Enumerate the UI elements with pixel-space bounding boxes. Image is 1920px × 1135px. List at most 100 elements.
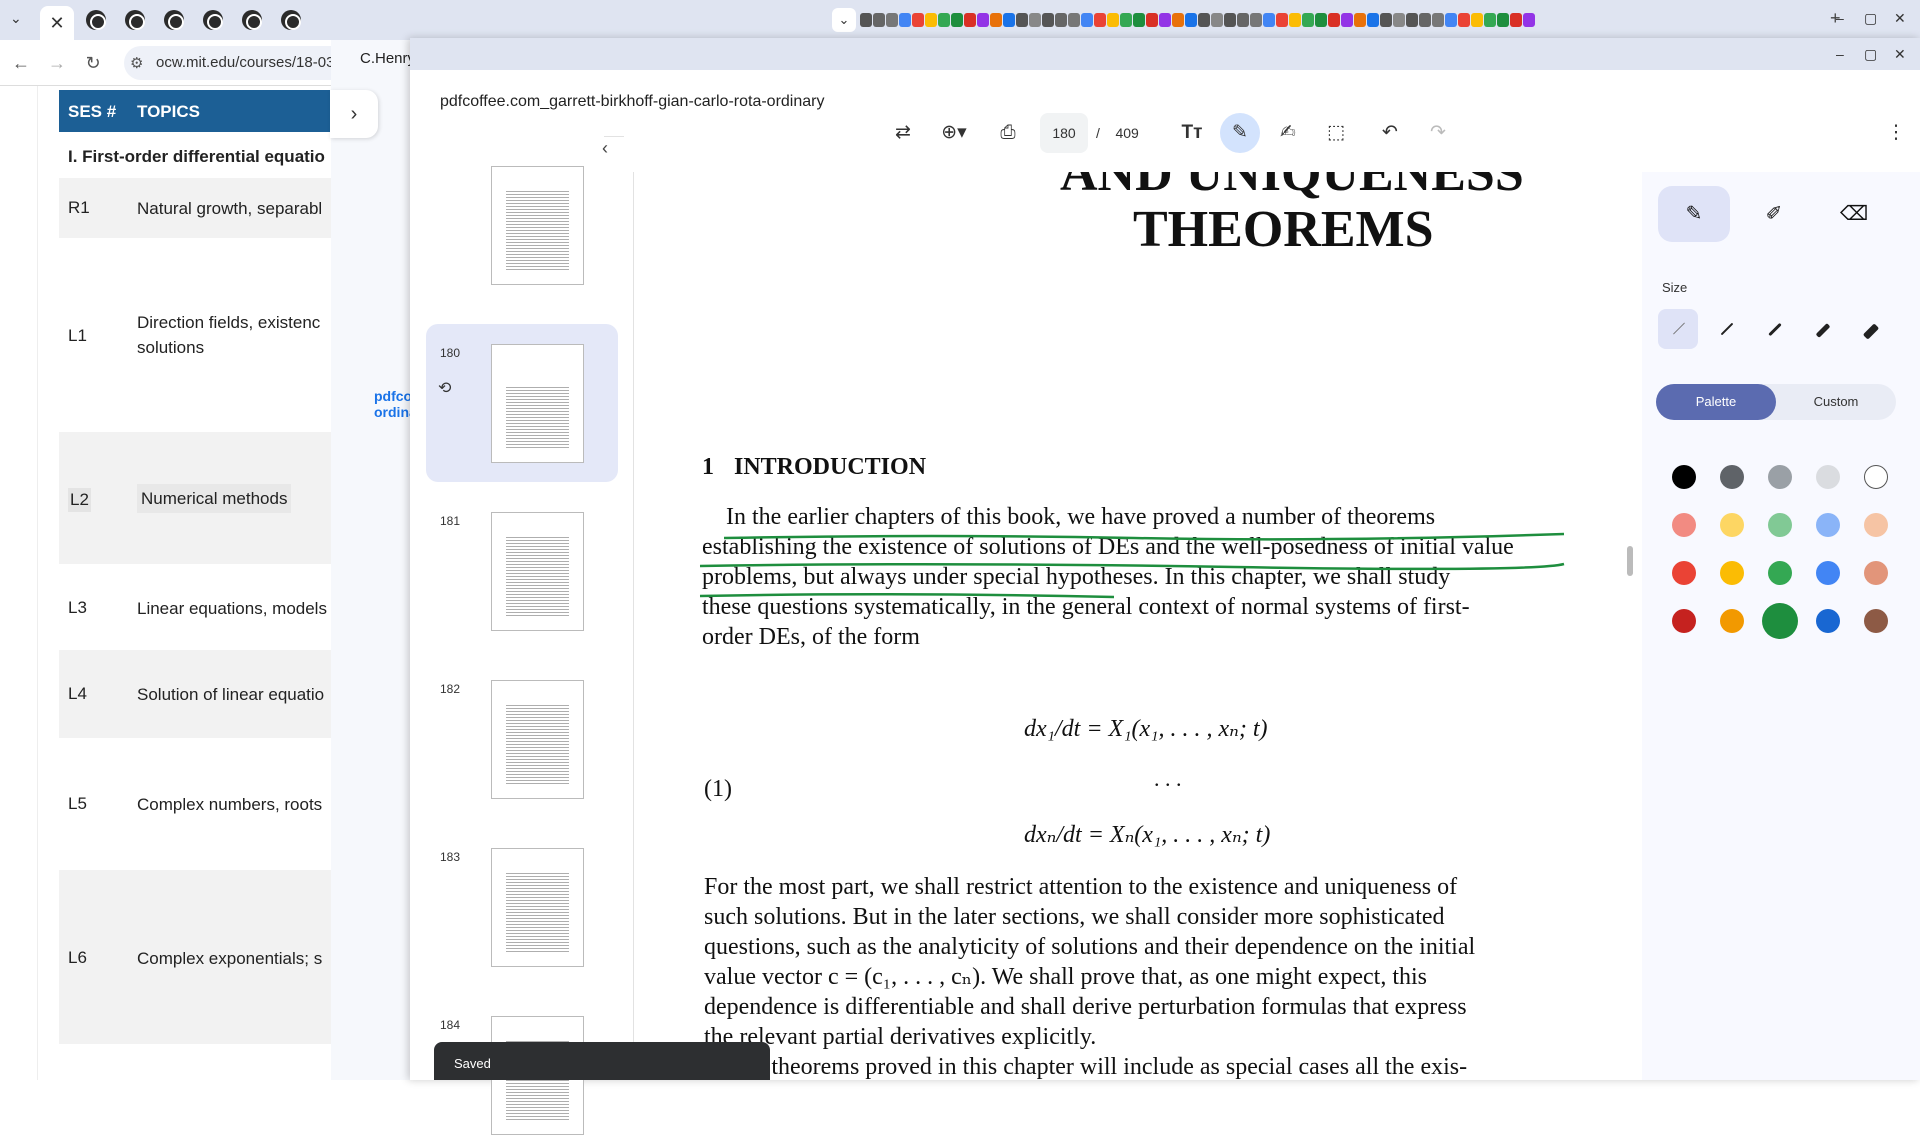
forward-arrow-icon[interactable]: → [44,50,70,76]
color-swatch[interactable] [1864,561,1888,585]
tab-search-chevron-icon[interactable]: ⌄ [10,10,22,27]
active-tab[interactable]: ✕ [40,6,74,40]
color-swatch[interactable] [1768,465,1792,489]
tab-favicon-icon[interactable] [938,13,950,28]
tab-favicon-icon[interactable] [1354,13,1366,28]
tab-favicon-icon[interactable] [1211,13,1223,28]
tab-favicon-icon[interactable] [977,13,989,28]
tab-favicon-icon[interactable] [203,10,223,30]
draw-icon[interactable]: ✎ [1220,113,1260,153]
color-swatch[interactable] [1720,561,1744,585]
color-swatch[interactable] [1816,513,1840,537]
color-swatch[interactable] [1672,561,1696,585]
color-swatch[interactable] [1816,609,1840,633]
tab-favicon-icon[interactable] [1055,13,1067,28]
topic-cell[interactable]: Complex numbers, roots [137,792,322,817]
page-thumbnail[interactable] [491,848,584,967]
tab-favicon-icon[interactable] [886,13,898,28]
color-swatch[interactable] [1864,465,1888,489]
tab-favicon-icon[interactable] [1185,13,1197,28]
tab-favicon-icon[interactable] [1406,13,1418,28]
color-swatch[interactable] [1816,465,1840,489]
back-arrow-icon[interactable]: ← [8,50,34,76]
tab-favicon-icon[interactable] [242,10,262,30]
side-panel-toggle-button[interactable]: › [330,90,378,138]
size-option-4[interactable] [1802,309,1842,349]
tab-favicon-icon[interactable] [1133,13,1145,28]
tab-favicon-icon[interactable] [1172,13,1184,28]
tab-favicon-icon[interactable] [1224,13,1236,28]
tab-favicon-icon[interactable] [873,13,885,28]
tab-favicon-icon[interactable] [1003,13,1015,28]
tab-favicon-icon[interactable] [1380,13,1392,28]
tab-search-chevron-icon[interactable]: ⌄ [832,8,856,32]
tab-favicon-icon[interactable] [1120,13,1132,28]
rotate-page-icon[interactable]: ⟲ [438,378,451,398]
tab-favicon-icon[interactable] [1029,13,1041,28]
color-swatch[interactable] [1672,513,1696,537]
size-option-2[interactable] [1706,309,1746,349]
minimize-icon[interactable]: – [1836,46,1844,62]
tab-favicon-icon[interactable] [1315,13,1327,28]
tab-favicon-icon[interactable] [912,13,924,28]
zoom-icon[interactable]: ⊕▾ [924,113,984,153]
site-info-icon[interactable]: ⚙ [130,54,143,72]
page-thumbnail[interactable] [491,512,584,631]
tab-favicon-icon[interactable] [1068,13,1080,28]
reload-icon[interactable]: ↻ [80,50,106,76]
tab-favicon-icon[interactable] [1107,13,1119,28]
color-swatch[interactable] [1768,561,1792,585]
color-swatch[interactable] [1762,603,1798,639]
tab-favicon-icon[interactable] [1276,13,1288,28]
tab-favicon-icon[interactable] [964,13,976,28]
redo-icon[interactable]: ↷ [1418,113,1458,153]
tab-favicon-icon[interactable] [281,10,301,30]
tab-favicon-icon[interactable] [1250,13,1262,28]
color-swatch[interactable] [1768,513,1792,537]
size-option-1[interactable] [1658,309,1698,349]
tab-favicon-icon[interactable] [951,13,963,28]
color-swatch[interactable] [1720,465,1744,489]
tab-favicon-icon[interactable] [1146,13,1158,28]
topic-cell[interactable]: Complex exponentials; s [137,946,322,971]
topic-cell[interactable]: Natural growth, separabl [137,196,322,221]
text-format-icon[interactable]: Tт [1172,113,1212,153]
topic-cell[interactable]: Linear equations, models [137,596,327,621]
tab-favicon-icon[interactable] [125,10,145,30]
tab-favicon-icon[interactable] [1081,13,1093,28]
tab-favicon-icon[interactable] [990,13,1002,28]
topic-cell[interactable]: Solution of linear equatio [137,682,324,707]
tab-favicon-icon[interactable] [1432,13,1444,28]
tab-favicon-icon[interactable] [1393,13,1405,28]
color-swatch[interactable] [1864,609,1888,633]
page-thumbnail[interactable] [491,680,584,799]
tab-favicon-icon[interactable] [1484,13,1496,28]
page-thumbnail[interactable] [491,344,584,463]
collapse-thumbnails-icon[interactable]: ‹ [602,138,608,159]
palette-tab[interactable]: Palette [1656,384,1776,420]
page-thumbnail[interactable] [491,166,584,285]
close-window-icon[interactable]: ✕ [1894,46,1906,63]
eraser-tool-icon[interactable]: ⌫ [1818,186,1890,242]
tab-favicon-icon[interactable] [1471,13,1483,28]
close-tab-icon[interactable]: ✕ [49,13,64,33]
tab-favicon-icon[interactable] [1263,13,1275,28]
custom-tab[interactable]: Custom [1776,384,1896,420]
color-swatch[interactable] [1720,513,1744,537]
topic-cell-continued[interactable]: solutions [137,335,204,360]
minimize-icon[interactable]: – [1836,10,1844,26]
print-icon[interactable]: ⎙ [988,113,1028,153]
color-swatch[interactable] [1816,561,1840,585]
tab-favicon-icon[interactable] [1510,13,1522,28]
tab-favicon-icon[interactable] [1289,13,1301,28]
tab-favicon-icon[interactable] [1341,13,1353,28]
tab-favicon-icon[interactable] [1367,13,1379,28]
maximize-icon[interactable]: ▢ [1864,10,1877,27]
color-swatch[interactable] [1672,465,1696,489]
close-window-icon[interactable]: ✕ [1894,10,1906,27]
tab-favicon-icon[interactable] [1445,13,1457,28]
tab-favicon-icon[interactable] [86,10,106,30]
tab-favicon-icon[interactable] [899,13,911,28]
color-swatch[interactable] [1864,513,1888,537]
topic-cell[interactable]: Numerical methods [137,484,292,513]
